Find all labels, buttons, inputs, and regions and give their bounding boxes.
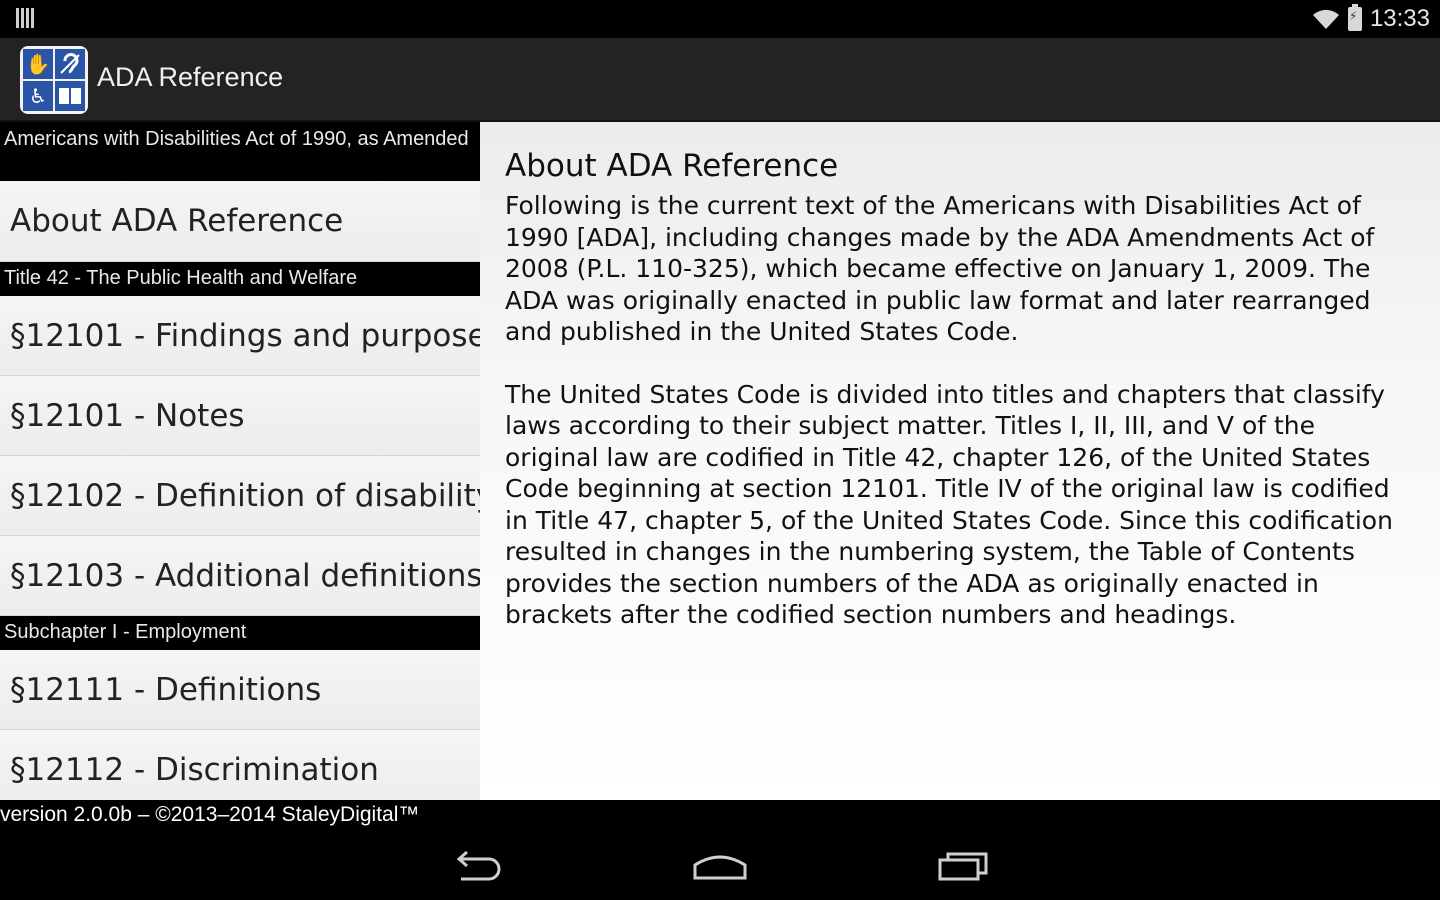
list-item[interactable]: §12103 - Additional definitions <box>0 536 480 616</box>
wheelchair-icon: ♿ <box>23 81 53 111</box>
back-icon[interactable] <box>442 844 512 888</box>
navigation-bar <box>0 830 1440 900</box>
content-title: About ADA Reference <box>505 148 839 184</box>
notification-bars-icon <box>16 8 38 30</box>
section-header: Title 42 - The Public Health and Welfare <box>0 262 480 296</box>
status-bar: 13:33 <box>0 0 1440 38</box>
list-item[interactable]: §12101 - Findings and purpose <box>0 296 480 376</box>
section-list: Americans with Disabilities Act of 1990,… <box>0 122 480 800</box>
book-icon <box>55 81 85 111</box>
action-bar: ✋ ♿ ADA Reference <box>0 38 1440 122</box>
hearing-icon <box>55 49 85 79</box>
list-item[interactable]: §12102 - Definition of disability <box>0 456 480 536</box>
hand-icon: ✋ <box>23 49 53 79</box>
status-icons: 13:33 <box>1312 0 1430 38</box>
content-paragraph: Following is the current text of the Ame… <box>505 191 1375 346</box>
clock: 13:33 <box>1369 5 1430 32</box>
list-item[interactable]: §12112 - Discrimination <box>0 730 480 800</box>
section-header: Subchapter I - Employment <box>0 616 480 650</box>
list-item[interactable]: §12101 - Notes <box>0 376 480 456</box>
battery-charging-icon <box>1347 4 1362 31</box>
content-pane: About ADA Reference Following is the cur… <box>480 122 1440 800</box>
wifi-icon <box>1312 9 1339 29</box>
list-item[interactable]: §12111 - Definitions <box>0 650 480 730</box>
recent-apps-icon[interactable] <box>929 844 999 888</box>
content-paragraph: The United States Code is divided into t… <box>505 379 1393 630</box>
home-icon[interactable] <box>685 844 755 888</box>
version-footer: version 2.0.0b – ©2013–2014 StaleyDigita… <box>0 800 1440 830</box>
list-item-about[interactable]: About ADA Reference <box>0 181 480 262</box>
section-header: Americans with Disabilities Act of 1990,… <box>0 122 480 181</box>
ada-app-icon[interactable]: ✋ ♿ <box>20 46 88 114</box>
app-title: ADA Reference <box>97 62 284 92</box>
